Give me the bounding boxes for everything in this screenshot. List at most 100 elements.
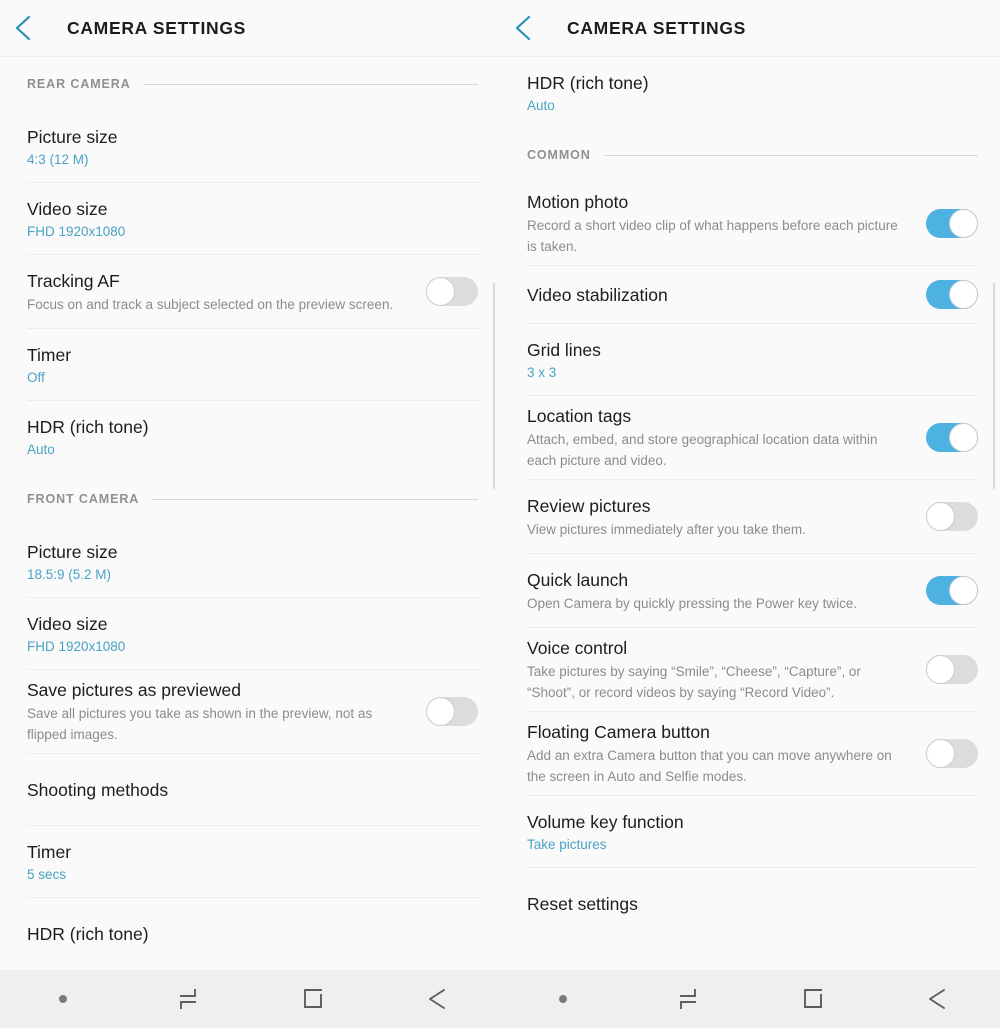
settings-row-title: Tracking AF: [27, 270, 120, 291]
settings-row-text: Grid lines 3 x 3: [527, 338, 978, 382]
settings-row[interactable]: Save pictures as previewed Save all pictu…: [0, 670, 500, 753]
toggle-switch[interactable]: [426, 697, 478, 726]
toggle-switch[interactable]: [926, 739, 978, 768]
settings-row[interactable]: Grid lines 3 x 3: [500, 324, 1000, 395]
show-hide-navigation-bar-button[interactable]: [0, 970, 125, 1028]
settings-row-title: Timer: [27, 344, 72, 365]
left-settings-list: REAR CAMERA Picture size 4:3 (12 M) Video s…: [0, 57, 500, 969]
settings-row[interactable]: Review pictures View pictures immediately…: [500, 480, 1000, 553]
section-header-rule: [143, 83, 478, 85]
settings-row-text: Video size FHD 1920x1080: [27, 197, 478, 241]
settings-row-title: Location tags: [527, 406, 632, 426]
right-navigation-bar: [500, 970, 1000, 1028]
settings-row-value: 5 secs: [27, 866, 67, 882]
settings-row[interactable]: Reset settings: [500, 868, 1000, 939]
settings-row-description: View pictures immediately after you take…: [527, 521, 806, 537]
section-header-label: REAR CAMERA: [27, 77, 131, 91]
settings-row-text: Review pictures View pictures immediately…: [527, 494, 910, 540]
left-scrollbar[interactable]: [493, 283, 495, 489]
settings-row[interactable]: Volume key function Take pictures: [500, 796, 1000, 867]
recents-button[interactable]: [625, 970, 750, 1028]
settings-row-value: 4:3 (12 M): [27, 151, 89, 167]
settings-row-title: Motion photo: [527, 192, 629, 212]
back-button[interactable]: [875, 970, 1000, 1028]
toggle-switch[interactable]: [926, 280, 978, 309]
settings-row[interactable]: Tracking AF Focus on and track a subject …: [0, 255, 500, 328]
settings-row-title: Save pictures as previewed: [27, 680, 241, 700]
toggle-switch[interactable]: [426, 277, 478, 306]
settings-row-text: Quick launch Open Camera by quickly press…: [527, 568, 910, 614]
toggle-knob: [926, 739, 955, 768]
settings-row-text: Picture size 18.5:9 (5.2 M): [27, 540, 478, 584]
settings-row-value: Auto: [27, 441, 55, 457]
settings-row-title: Review pictures: [527, 495, 651, 516]
settings-row-description: Take pictures by saying “Smile”, “Cheese…: [527, 664, 861, 700]
settings-row[interactable]: Floating Camera button Add an extra Camer…: [500, 712, 1000, 795]
settings-row[interactable]: Picture size 4:3 (12 M): [0, 111, 500, 182]
home-button[interactable]: [750, 970, 875, 1028]
settings-row-title: Reset settings: [527, 893, 638, 914]
toggle-knob: [949, 576, 978, 605]
back-button[interactable]: [375, 970, 500, 1028]
settings-row-title: Quick launch: [527, 569, 629, 590]
toggle-knob: [426, 277, 455, 306]
recents-icon: [175, 986, 201, 1012]
settings-row[interactable]: Timer Off: [0, 329, 500, 400]
section-header-rule: [603, 154, 978, 156]
section-header: FRONT CAMERA: [0, 472, 500, 526]
toggle-switch[interactable]: [926, 502, 978, 531]
settings-row-title: Picture size: [27, 126, 118, 147]
section-header-rule: [152, 498, 478, 500]
settings-row-text: Shooting methods: [27, 778, 478, 802]
settings-row[interactable]: HDR (rich tone) Auto: [500, 57, 1000, 128]
settings-row[interactable]: HDR (rich tone) Auto: [0, 401, 500, 472]
toggle-knob: [926, 655, 955, 684]
settings-row-value: FHD 1920x1080: [27, 223, 126, 239]
left-navigation-bar: [0, 970, 500, 1028]
settings-row[interactable]: Timer 5 secs: [0, 826, 500, 897]
home-button[interactable]: [250, 970, 375, 1028]
recents-button[interactable]: [125, 970, 250, 1028]
settings-row-title: Voice control: [527, 638, 628, 658]
settings-row[interactable]: Video size FHD 1920x1080: [0, 183, 500, 254]
toggle-switch[interactable]: [926, 423, 978, 452]
right-settings-scroll-area[interactable]: HDR (rich tone) Auto COMMON Motion photo Rec…: [500, 57, 1000, 970]
settings-row-text: Tracking AF Focus on and track a subject …: [27, 269, 410, 315]
toggle-switch[interactable]: [926, 576, 978, 605]
back-arrow-icon: [924, 986, 952, 1012]
left-settings-scroll-area[interactable]: REAR CAMERA Picture size 4:3 (12 M) Video s…: [0, 57, 500, 970]
chevron-left-icon: [14, 14, 32, 42]
settings-row-value: Take pictures: [527, 836, 607, 852]
toggle-switch[interactable]: [926, 209, 978, 238]
settings-row-text: Timer 5 secs: [27, 840, 478, 884]
settings-row[interactable]: Shooting methods: [0, 754, 500, 825]
left-panel: CAMERA SETTINGS REAR CAMERA Picture size 4…: [0, 0, 500, 1028]
settings-row[interactable]: Video size FHD 1920x1080: [0, 598, 500, 669]
settings-row[interactable]: Video stabilization: [500, 266, 1000, 323]
back-button[interactable]: [500, 0, 546, 57]
right-panel-header: CAMERA SETTINGS: [500, 0, 1000, 57]
settings-row-title: Video size: [27, 198, 108, 219]
section-header-label: COMMON: [527, 148, 591, 162]
toggle-knob: [949, 423, 978, 452]
settings-row[interactable]: Location tags Attach, embed, and store ge…: [500, 396, 1000, 479]
recents-icon: [675, 986, 701, 1012]
settings-row-description: Record a short video clip of what happen…: [527, 218, 898, 254]
show-hide-navigation-bar-button[interactable]: [500, 970, 625, 1028]
toggle-knob: [949, 209, 978, 238]
settings-row[interactable]: Quick launch Open Camera by quickly press…: [500, 554, 1000, 627]
settings-row-value: Auto: [527, 97, 555, 113]
settings-row-title: Volume key function: [527, 811, 684, 832]
settings-row[interactable]: Motion photo Record a short video clip of…: [500, 182, 1000, 265]
settings-row[interactable]: HDR (rich tone): [0, 898, 500, 969]
settings-row-description: Focus on and track a subject selected on…: [27, 296, 394, 312]
settings-row[interactable]: Picture size 18.5:9 (5.2 M): [0, 526, 500, 597]
settings-row-title: Timer: [27, 841, 72, 862]
back-button[interactable]: [0, 0, 46, 57]
settings-row[interactable]: Voice control Take pictures by saying “Sm…: [500, 628, 1000, 711]
settings-row-text: Picture size 4:3 (12 M): [27, 125, 478, 169]
back-arrow-icon: [424, 986, 452, 1012]
right-scrollbar[interactable]: [993, 283, 995, 489]
settings-row-title: Floating Camera button: [527, 722, 710, 742]
toggle-switch[interactable]: [926, 655, 978, 684]
